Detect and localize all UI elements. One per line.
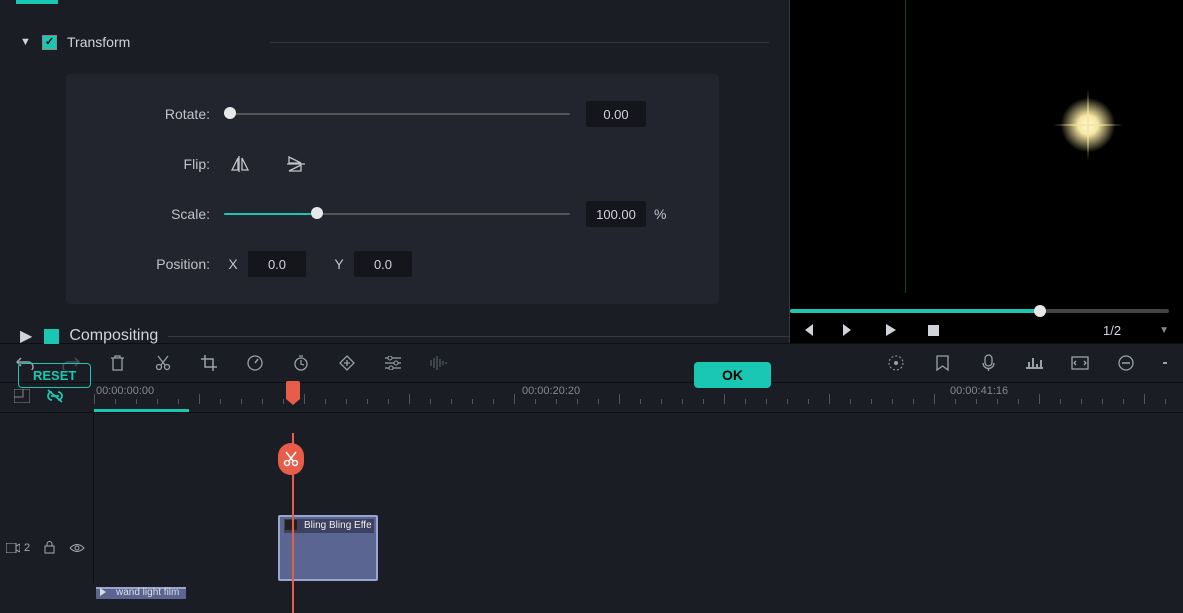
play-icon[interactable] (884, 324, 898, 336)
divider (168, 336, 789, 337)
clip-label: wand light film (116, 587, 179, 598)
position-y-input[interactable] (354, 251, 412, 277)
clip-label: Bling Bling Effe (284, 519, 374, 533)
position-x-input[interactable] (248, 251, 306, 277)
rotate-slider[interactable] (224, 105, 570, 123)
flip-label: Flip: (66, 156, 224, 172)
preview-progress-thumb[interactable] (1034, 305, 1046, 317)
mixer-icon[interactable] (1025, 354, 1043, 372)
timeline-selection (94, 409, 189, 412)
track-number-badge: 2 (24, 542, 30, 554)
divider (270, 42, 769, 43)
link-icon[interactable] (46, 388, 64, 404)
flip-horizontal-icon[interactable] (224, 151, 256, 177)
scale-value-input[interactable] (586, 201, 646, 227)
scale-label: Scale: (66, 206, 224, 222)
next-frame-icon[interactable] (842, 324, 856, 336)
transform-body: Rotate: Flip: S (66, 74, 719, 304)
transform-enable-checkbox[interactable] (42, 35, 57, 50)
position-y-label: Y (330, 256, 348, 272)
render-icon[interactable] (887, 354, 905, 372)
prev-frame-icon[interactable] (800, 324, 814, 336)
cut-handle-icon[interactable] (278, 443, 304, 475)
transform-section-header[interactable]: ▼ Transform (20, 28, 769, 56)
chevron-right-icon[interactable]: ▶ (20, 326, 32, 346)
compositing-enable-checkbox[interactable] (44, 329, 59, 344)
playhead-icon[interactable] (286, 381, 300, 399)
scale-slider[interactable] (224, 205, 570, 223)
eye-icon[interactable] (69, 543, 85, 553)
record-icon[interactable] (979, 354, 997, 372)
timeline-tracks[interactable]: 2 Bling Bling Effe wand light film (0, 413, 1183, 583)
preview-guide-line (905, 0, 906, 293)
media-icon[interactable] (14, 389, 30, 403)
zoom-slider[interactable] (1163, 362, 1167, 364)
compositing-title: Compositing (69, 327, 158, 345)
stop-icon[interactable] (926, 325, 940, 336)
ruler-time-0: 00:00:00:00 (96, 385, 154, 397)
compositing-section-header[interactable]: ▶ Compositing (20, 322, 789, 350)
transform-title: Transform (67, 34, 130, 50)
inspector-panel: ▼ Transform Rotate: Flip: (0, 0, 790, 343)
preview-viewport[interactable] (808, 0, 1183, 293)
scale-unit: % (654, 206, 666, 222)
ruler-time-2: 00:00:41:16 (950, 385, 1008, 397)
flip-vertical-icon[interactable] (280, 151, 312, 177)
preview-progress-track[interactable] (790, 309, 1169, 313)
track-gutter (0, 413, 94, 583)
frame-dropdown-icon[interactable]: ▼ (1159, 325, 1169, 336)
track-video-icon[interactable] (6, 543, 20, 553)
frame-indicator: 1/2 (1103, 323, 1121, 338)
clip-play-icon (100, 588, 106, 596)
track-controls: 2 (6, 541, 85, 554)
marker-icon[interactable] (933, 354, 951, 372)
position-label: Position: (66, 256, 224, 272)
zoom-out-icon[interactable] (1117, 354, 1135, 372)
fit-icon[interactable] (1071, 354, 1089, 372)
lock-icon[interactable] (44, 541, 55, 554)
position-x-label: X (224, 256, 242, 272)
chevron-down-icon[interactable]: ▼ (20, 36, 30, 48)
preview-pane: 1/2 ▼ (790, 0, 1183, 343)
active-tab-indicator (16, 0, 58, 4)
rotate-value-input[interactable] (586, 101, 646, 127)
timeline-ruler[interactable]: 00:00:00:00 00:00:20:20 00:00:41:16 (0, 383, 1183, 413)
ruler-time-1: 00:00:20:20 (522, 385, 580, 397)
rotate-label: Rotate: (66, 106, 224, 122)
preview-content (1053, 90, 1123, 160)
